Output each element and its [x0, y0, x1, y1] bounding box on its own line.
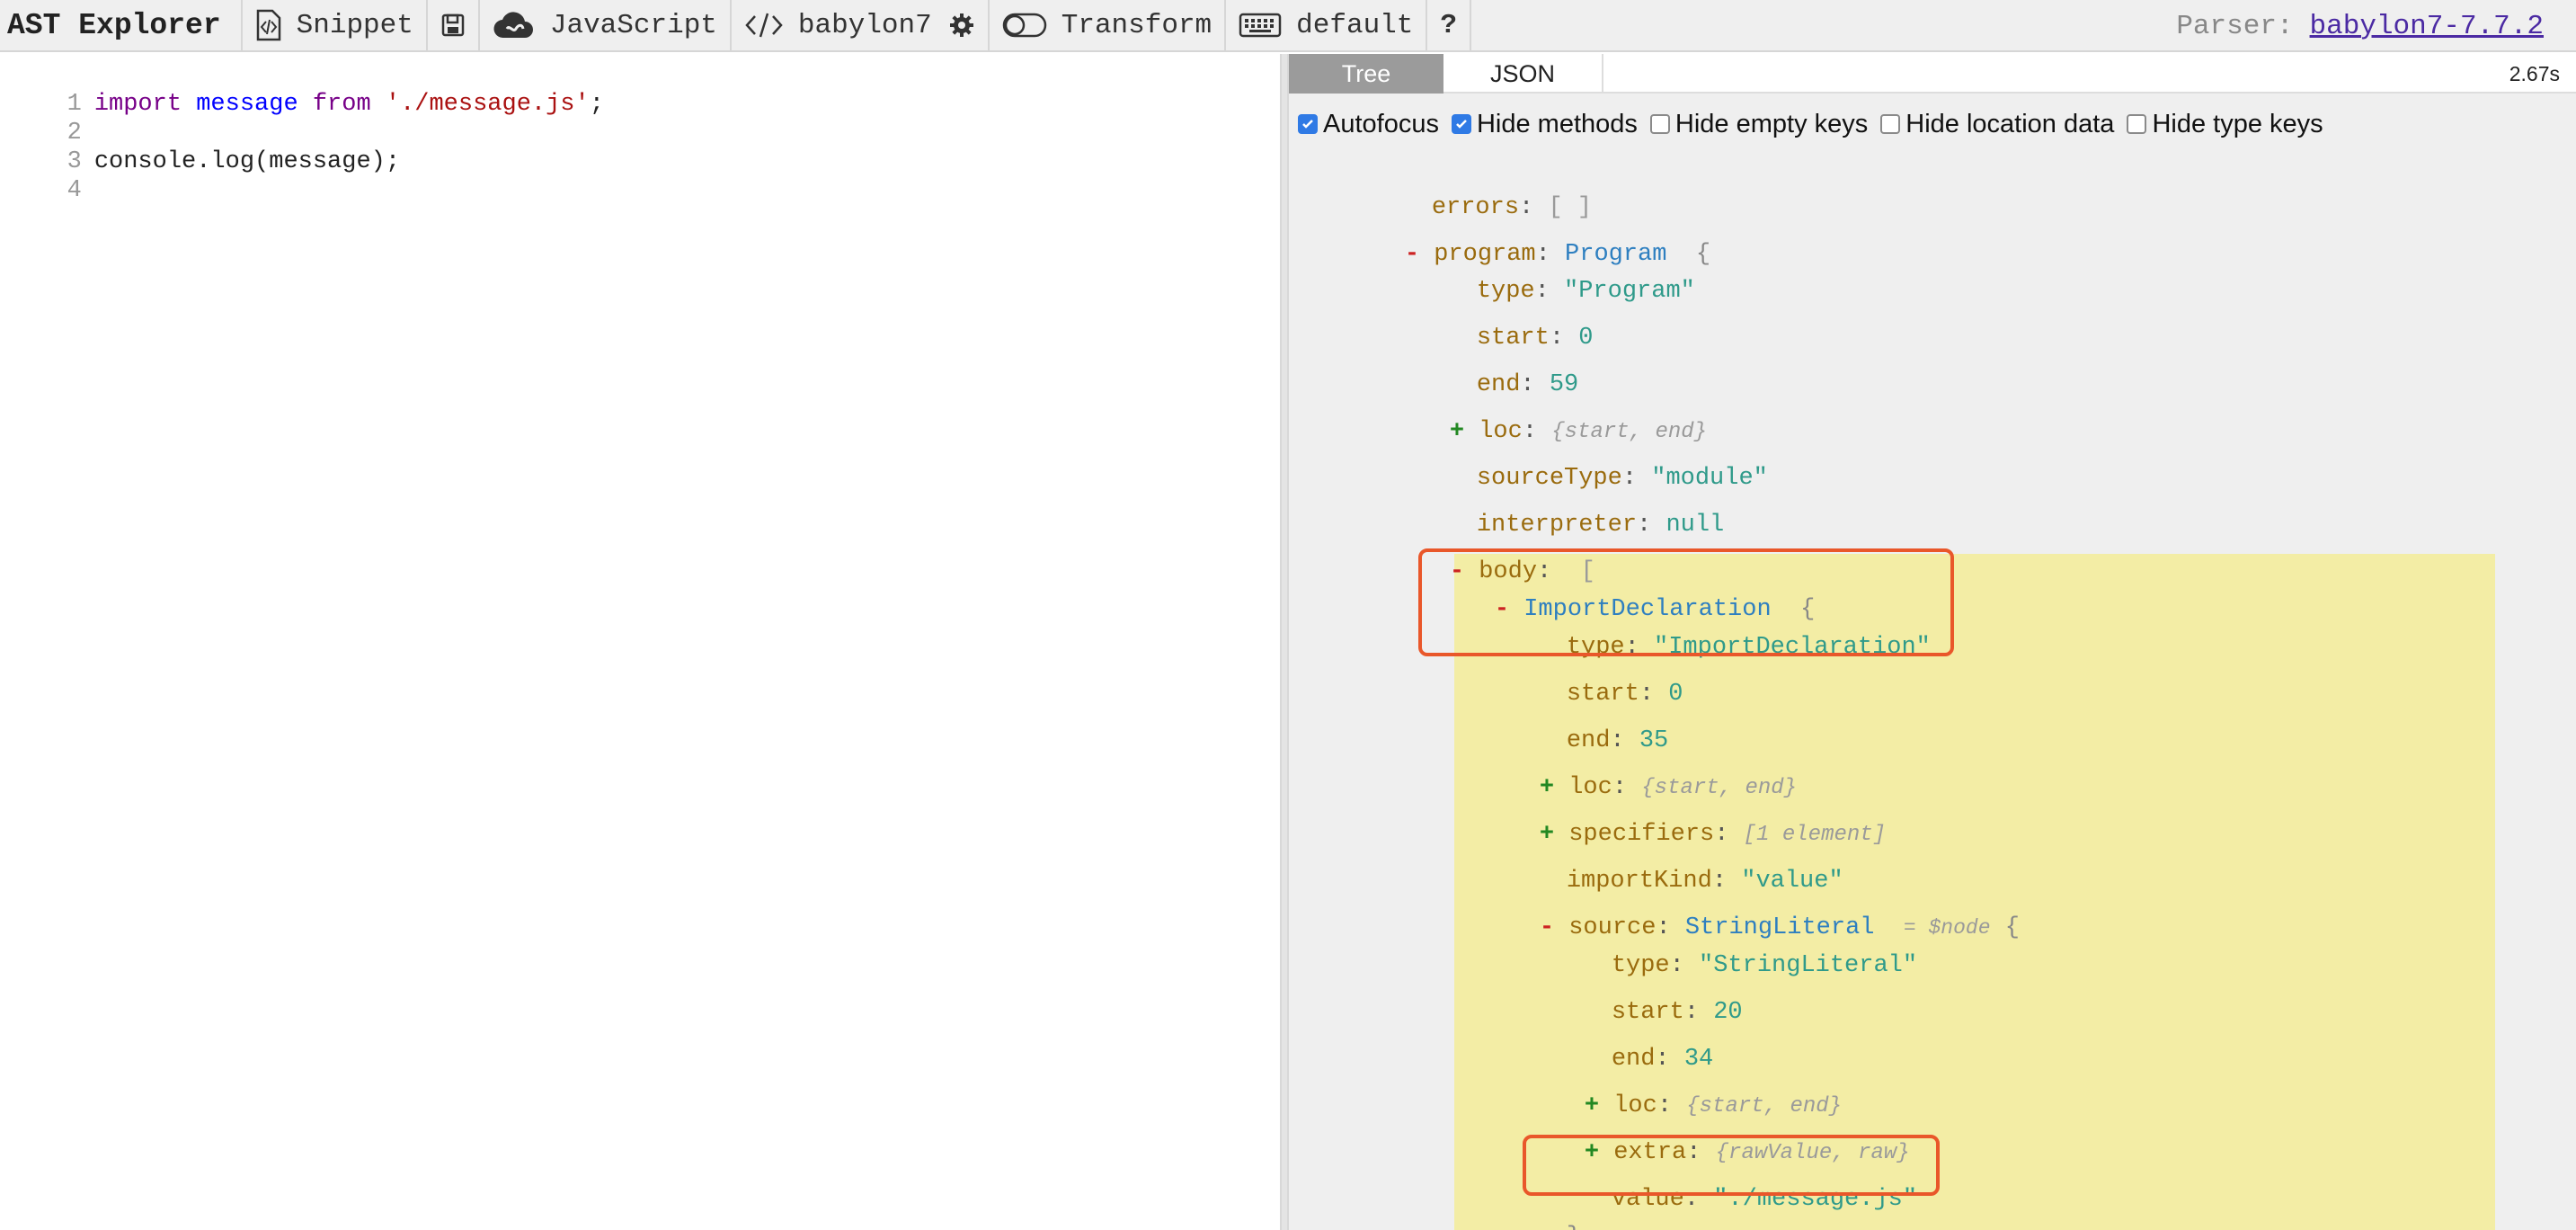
toolbar: AST Explorer Snippet JavaScript babylon7… [0, 0, 2576, 52]
tree-row-program-interpreter[interactable]: interpreter: null [1418, 477, 1724, 539]
transform-toggle[interactable]: Transform [990, 0, 1227, 51]
tree-row-program-start[interactable]: start: 0 [1418, 290, 1594, 352]
from-keyword: from [312, 91, 371, 118]
output-tabs: Tree JSON 2.67s [1289, 54, 2576, 94]
tree-row-source-end[interactable]: end: 34 [1553, 1011, 1713, 1073]
hide-empty-keys-checkbox[interactable] [1649, 114, 1670, 134]
tree-row-program[interactable]: - program: Program { [1346, 206, 1710, 268]
tree-row-import-kind[interactable]: importKind: "value" [1508, 833, 1843, 895]
parser-select[interactable]: babylon7 [732, 0, 936, 51]
import-string: './message.js' [385, 91, 590, 118]
cloud-icon [493, 11, 536, 40]
autofocus-label: Autofocus [1323, 109, 1439, 138]
save-button[interactable] [428, 0, 480, 51]
toggle-icon [1002, 12, 1047, 39]
parse-time: 2.67s [2509, 62, 2560, 85]
hide-empty-keys-option[interactable]: Hide empty keys [1649, 109, 1869, 139]
annotation-box-import-declaration [1418, 548, 1954, 656]
parser-settings-button[interactable] [936, 0, 990, 51]
tree-row-errors[interactable]: errors: [ ] [1373, 159, 1592, 221]
parser-version-link[interactable]: babylon7-7.7.2 [2310, 11, 2544, 42]
save-icon [440, 13, 466, 38]
hide-location-data-option[interactable]: Hide location data [1880, 110, 2114, 139]
language-select[interactable]: JavaScript [480, 0, 732, 51]
tree-row-source-start[interactable]: start: 20 [1553, 964, 1743, 1026]
tree-row-program-sourcetype[interactable]: sourceType: "module" [1418, 430, 1768, 492]
hide-methods-checkbox[interactable] [1451, 114, 1471, 134]
import-identifier: message [196, 91, 298, 118]
line-number: 4 [67, 177, 82, 204]
console-log-statement: console.log(message); [93, 148, 401, 175]
annotation-box-source-value [1523, 1135, 1940, 1196]
tab-json[interactable]: JSON [1443, 54, 1603, 94]
tree-row-program-loc[interactable]: + loc: {start, end} [1391, 383, 1707, 445]
hide-type-keys-label: Hide type keys [2152, 109, 2323, 138]
collapse-toggle[interactable]: - [1540, 914, 1554, 941]
keymap-label: default [1296, 9, 1414, 41]
parser-name-label: babylon7 [797, 9, 932, 41]
code-editor[interactable]: 1 import message from './message.js'; 2 3… [0, 54, 1280, 1230]
code-line-4: 4 [0, 147, 94, 204]
tree-row-program-type[interactable]: type: "Program" [1418, 243, 1695, 305]
gear-icon [948, 12, 975, 39]
tree-options: Autofocus Hide methods Hide empty keys H… [1298, 104, 2336, 144]
transform-label: Transform [1061, 9, 1212, 41]
autofocus-checkbox[interactable] [1298, 114, 1318, 134]
tab-tree[interactable]: Tree [1289, 54, 1443, 94]
language-label: JavaScript [549, 9, 717, 41]
tree-row-import-loc[interactable]: + loc: {start, end} [1481, 739, 1797, 801]
semicolon: ; [589, 91, 604, 118]
code-line-3: 3 console.log(message); [0, 119, 400, 175]
hide-methods-option[interactable]: Hide methods [1451, 109, 1638, 139]
tree-row-source-loc[interactable]: + loc: {start, end} [1526, 1057, 1842, 1119]
hide-location-data-checkbox[interactable] [1880, 114, 1901, 134]
tree-row-import-end[interactable]: end: 35 [1508, 692, 1668, 754]
import-keyword: import [93, 91, 182, 118]
hide-empty-keys-label: Hide empty keys [1674, 109, 1869, 138]
keymap-select[interactable]: default [1226, 0, 1428, 51]
tree-row-source[interactable]: - source: StringLiteral = $node { [1481, 879, 2020, 941]
keyboard-icon [1239, 12, 1282, 39]
tree-row-import-specifiers[interactable]: + specifiers: [1 element] [1481, 786, 1886, 848]
autofocus-option[interactable]: Autofocus [1298, 110, 1439, 139]
hide-methods-label: Hide methods [1476, 109, 1638, 138]
tree-row-source-extra[interactable]: + extra: {rawValue, raw} [1526, 1104, 1910, 1166]
code-icon [744, 11, 784, 40]
hide-location-data-label: Hide location data [1905, 109, 2115, 138]
tree-row-program-end[interactable]: end: 59 [1418, 336, 1578, 398]
snippet-icon [255, 9, 282, 41]
collapse-toggle[interactable]: - [1405, 241, 1419, 268]
code-line-1: 1 import message from './message.js'; [0, 61, 604, 118]
hide-type-keys-checkbox[interactable] [2127, 114, 2147, 134]
parser-info: Parser: babylon7-7.7.2 [2176, 0, 2544, 52]
output-panel: Tree JSON 2.67s Autofocus Hide methods H… [1289, 54, 2576, 1230]
tree-row-source-type[interactable]: type: "StringLiteral" [1553, 917, 1917, 979]
app-logo: AST Explorer [0, 0, 243, 51]
help-icon: ? [1440, 9, 1458, 41]
parser-prefix: Parser: [2176, 10, 2294, 42]
panel-splitter[interactable] [1280, 54, 1289, 1230]
code-line-2: 2 [0, 90, 94, 147]
snippet-label: Snippet [296, 9, 413, 41]
hide-type-keys-option[interactable]: Hide type keys [2127, 110, 2323, 139]
snippet-button[interactable]: Snippet [243, 0, 428, 51]
help-button[interactable]: ? [1427, 0, 1472, 51]
